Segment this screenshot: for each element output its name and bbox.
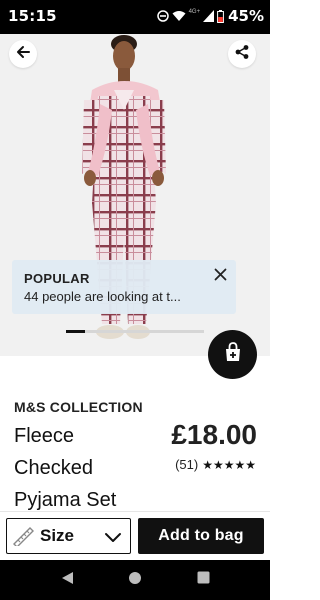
size-label: Size: [40, 526, 75, 545]
view-bag-button[interactable]: [208, 330, 257, 379]
nav-home-button[interactable]: [127, 571, 143, 590]
popular-banner: POPULAR 44 people are looking at t...: [12, 260, 236, 314]
arrow-left-icon: [15, 44, 31, 65]
status-time: 15:15: [8, 7, 57, 25]
nav-back-button[interactable]: [59, 571, 75, 590]
status-bar: 15:15 4G+ 45%: [0, 0, 270, 34]
add-to-bag-button[interactable]: Add to bag: [138, 518, 264, 554]
carousel-indicator: [66, 330, 204, 333]
size-selector[interactable]: Size: [6, 518, 131, 554]
share-button[interactable]: [228, 40, 256, 68]
product-title: Fleece Checked Pyjama Set: [14, 425, 117, 511]
back-button[interactable]: [9, 40, 37, 68]
review-count: (51): [175, 457, 199, 472]
do-not-disturb-icon: [156, 10, 169, 22]
ruler-icon: [12, 526, 34, 546]
nav-recents-button[interactable]: [195, 571, 211, 589]
product-price: £18.00: [171, 419, 257, 450]
popular-message: 44 people are looking at t...: [24, 289, 181, 304]
battery-icon: [217, 9, 224, 23]
chevron-down-icon: [104, 528, 122, 546]
navigation-bar: [0, 560, 270, 600]
star-rating: ★★★★★: [202, 457, 256, 472]
action-bar: Size Add to bag: [0, 511, 270, 560]
battery-percent: 45%: [228, 7, 264, 25]
network-type-label: 4G+: [188, 9, 201, 15]
status-icons: 4G+ 45%: [156, 6, 264, 26]
back-triangle-icon: [61, 571, 74, 590]
wifi-icon: [172, 10, 186, 22]
product-image-carousel[interactable]: POPULAR 44 people are looking at t...: [0, 34, 270, 356]
recents-square-icon: [197, 571, 210, 589]
shopping-bag-plus-icon: [222, 341, 244, 368]
share-icon: [234, 44, 250, 65]
rating-summary[interactable]: (51) ★★★★★: [175, 457, 256, 472]
popular-title: POPULAR: [24, 271, 90, 286]
home-circle-icon: [128, 571, 142, 590]
brand-name: M&S COLLECTION: [14, 399, 143, 415]
close-icon: [214, 268, 227, 286]
carousel-indicator-thumb: [66, 330, 86, 333]
signal-icon: [203, 10, 215, 22]
close-banner-button[interactable]: [210, 267, 230, 287]
